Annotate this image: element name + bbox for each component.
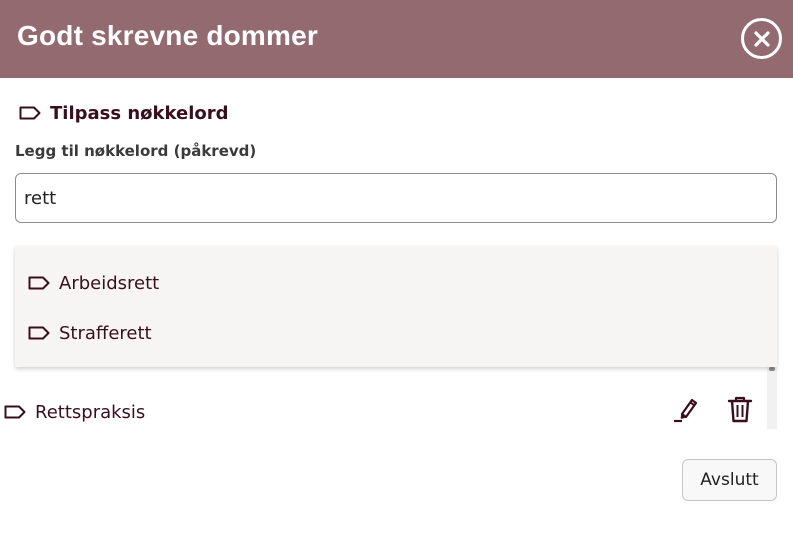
suggestion-item-arbeidsrett[interactable]: Arbeidsrett	[28, 268, 159, 298]
scrollbar-thumb[interactable]	[769, 367, 775, 371]
edit-keyword-button[interactable]	[670, 393, 702, 425]
keyword-row: Rettspraksis	[4, 397, 145, 427]
close-icon	[753, 30, 770, 47]
keyword-list-scrollbar[interactable]	[767, 367, 777, 429]
dialog-title: Godt skrevne dommer	[17, 20, 318, 51]
keyword-field-label: Legg til nøkkelord (påkrevd)	[15, 142, 257, 160]
suggestion-dropdown: Arbeidsrett Strafferett	[15, 246, 777, 367]
finish-button[interactable]: Avslutt	[682, 459, 777, 501]
pencil-icon	[674, 398, 698, 423]
delete-keyword-button[interactable]	[724, 393, 756, 425]
suggestion-label: Arbeidsrett	[59, 272, 160, 294]
suggestion-label: Strafferett	[59, 322, 152, 344]
tag-icon	[19, 106, 41, 120]
tag-icon	[28, 326, 50, 340]
tag-icon	[28, 276, 50, 290]
keyword-input[interactable]	[15, 173, 777, 223]
dialog-header: Godt skrevne dommer	[0, 0, 793, 78]
keyword-label: Rettspraksis	[35, 401, 146, 423]
section-title-label: Tilpass nøkkelord	[50, 102, 229, 124]
section-title: Tilpass nøkkelord	[19, 101, 229, 125]
tag-icon	[4, 405, 26, 419]
suggestion-item-strafferett[interactable]: Strafferett	[28, 318, 152, 348]
trash-icon	[727, 396, 753, 423]
close-button[interactable]	[741, 18, 782, 59]
